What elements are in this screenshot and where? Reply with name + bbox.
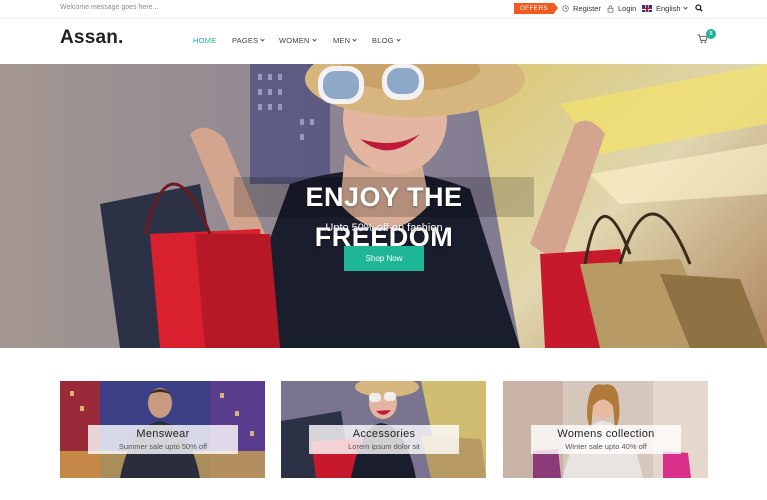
nav-women-label: WOMEN bbox=[279, 36, 310, 45]
category-card-accessories[interactable]: Accessories Lorem ipsum dolor sit bbox=[281, 381, 486, 478]
search-button[interactable] bbox=[695, 4, 707, 12]
chevron-down-icon bbox=[352, 37, 357, 42]
language-label: English bbox=[656, 4, 681, 13]
chevron-down-icon bbox=[396, 37, 401, 42]
clock-icon bbox=[562, 5, 569, 12]
category-title: Menswear bbox=[136, 428, 190, 440]
category-title: Accessories bbox=[352, 428, 416, 440]
category-label: Menswear Summer sale upto 50% off bbox=[88, 425, 238, 454]
category-label: Accessories Lorem ipsum dolor sit bbox=[309, 425, 459, 454]
category-subtitle: Summer sale upto 50% off bbox=[118, 442, 208, 451]
chevron-down-icon bbox=[311, 37, 317, 42]
category-label: Womens collection Winter sale upto 40% o… bbox=[531, 425, 681, 454]
nav-men-label: MEN bbox=[333, 36, 351, 45]
chevron-down-icon bbox=[682, 5, 688, 10]
language-selector[interactable]: English bbox=[642, 4, 688, 13]
hero-subtitle: Upto 50% off on fashion bbox=[325, 222, 443, 234]
register-label: Register bbox=[573, 4, 601, 13]
shop-now-button[interactable]: Shop Now bbox=[344, 246, 424, 271]
category-card-womens[interactable]: Womens collection Winter sale upto 40% o… bbox=[503, 381, 708, 478]
nav-home-label: HOME bbox=[193, 36, 217, 45]
top-bar: Welcome message goes here... OFFERS Regi… bbox=[0, 0, 767, 18]
offers-badge[interactable]: OFFERS bbox=[514, 3, 558, 14]
category-subtitle: Winter sale upto 40% off bbox=[565, 442, 647, 451]
cart-count-badge: 5 bbox=[706, 29, 716, 39]
nav-blog[interactable]: BLOG bbox=[372, 36, 401, 45]
category-subtitle: Lorem ipsum dolor sit bbox=[348, 442, 420, 451]
uk-flag-icon bbox=[642, 5, 652, 12]
logo[interactable]: Assan. bbox=[60, 27, 124, 49]
main-header: Assan. HOME PAGES WOMEN MEN BLOG 5 bbox=[0, 18, 767, 64]
hero-banner: ENJOY THE FREEDOM Upto 50% off on fashio… bbox=[0, 64, 767, 348]
nav-pages[interactable]: PAGES bbox=[232, 36, 265, 45]
chevron-down-icon bbox=[260, 37, 265, 42]
nav-blog-label: BLOG bbox=[372, 36, 394, 45]
search-icon bbox=[695, 4, 703, 12]
nav-men[interactable]: MEN bbox=[333, 36, 357, 45]
login-label: Login bbox=[618, 4, 637, 13]
category-card-menswear[interactable]: Menswear Summer sale upto 50% off bbox=[60, 381, 265, 478]
login-link[interactable]: Login bbox=[607, 4, 636, 13]
lock-icon bbox=[607, 5, 614, 12]
nav-women[interactable]: WOMEN bbox=[279, 36, 317, 45]
nav-home[interactable]: HOME bbox=[193, 36, 216, 45]
welcome-message: Welcome message goes here... bbox=[60, 4, 159, 11]
category-title: Womens collection bbox=[557, 428, 655, 440]
hero-title: ENJOY THE FREEDOM bbox=[305, 182, 463, 252]
register-link[interactable]: Register bbox=[562, 4, 601, 13]
nav-pages-label: PAGES bbox=[232, 36, 259, 45]
